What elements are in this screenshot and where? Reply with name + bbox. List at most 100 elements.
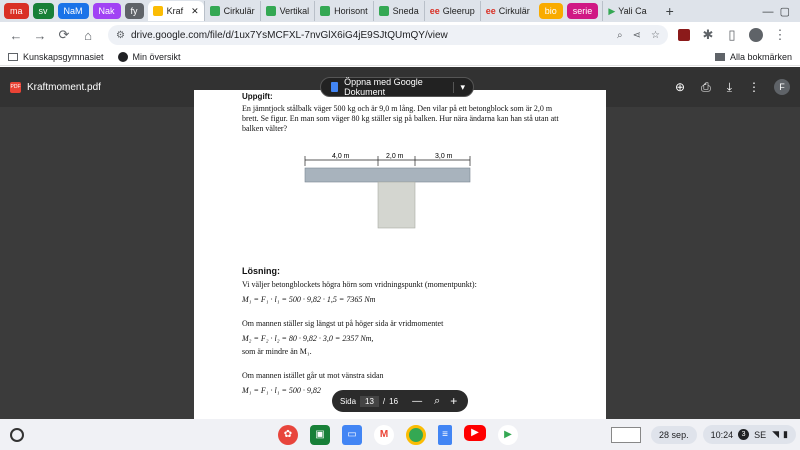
play-store-app-icon[interactable]: ▶ bbox=[498, 424, 518, 445]
tab-item[interactable]: Horisont bbox=[314, 1, 373, 21]
reload-button[interactable]: ⟳ bbox=[54, 25, 74, 45]
tab-label: Vertikal bbox=[279, 6, 310, 16]
solution-text: som är mindre än M₁. bbox=[242, 347, 312, 356]
files-app-icon[interactable]: ▭ bbox=[342, 424, 362, 445]
tab-item[interactable]: ee Gleerup bbox=[423, 1, 480, 21]
page-total: 16 bbox=[389, 396, 399, 406]
tab-group-nam[interactable]: NaM bbox=[57, 3, 89, 19]
tab-label: Gleerup bbox=[442, 6, 475, 16]
bookmark-star-icon[interactable]: ☆ bbox=[651, 30, 660, 41]
play-icon: ▶ bbox=[608, 5, 616, 16]
youtube-app-icon[interactable]: ▶ bbox=[464, 424, 486, 441]
window-controls[interactable]: — ▢ bbox=[762, 5, 790, 18]
pinterest-icon bbox=[117, 51, 128, 62]
chrome-app-icon[interactable] bbox=[406, 424, 426, 445]
gmail-app-icon[interactable]: M bbox=[374, 424, 394, 445]
file-title: Kraftmoment.pdf bbox=[27, 81, 101, 93]
extension-icon[interactable] bbox=[674, 25, 694, 45]
dimension-label: 2,0 m bbox=[386, 153, 404, 160]
chevron-down-icon[interactable]: ▾ bbox=[453, 81, 465, 93]
tab-group-serie[interactable]: serie bbox=[566, 3, 599, 19]
classroom-app-icon[interactable]: ▣ bbox=[310, 424, 330, 445]
bookmark-item[interactable]: Min översikt bbox=[133, 52, 181, 62]
share-icon[interactable]: ⋖ bbox=[633, 30, 641, 41]
side-panel-icon[interactable]: ▯ bbox=[722, 25, 742, 45]
folder-icon bbox=[714, 52, 725, 61]
zoom-out-icon[interactable]: — bbox=[412, 396, 422, 407]
drive-icon bbox=[265, 6, 276, 16]
screenshot-icon[interactable] bbox=[611, 426, 642, 443]
tab-group-bio[interactable]: bio bbox=[538, 3, 563, 19]
pdf-icon: PDF bbox=[10, 81, 21, 93]
solution-heading: Lösning: bbox=[242, 266, 280, 276]
input-method: SE bbox=[754, 429, 767, 440]
tab-group-label: sv bbox=[38, 6, 48, 16]
drive-icon bbox=[320, 6, 331, 16]
concrete-block bbox=[377, 181, 416, 229]
pdf-page: Uppgift: En jämntjock stålbalk väger 500… bbox=[194, 90, 606, 420]
tab-item[interactable]: Sneda bbox=[372, 1, 424, 21]
page-controls: Sida 13 / 16 — ⌕ + bbox=[332, 390, 468, 412]
avatar[interactable]: F bbox=[774, 79, 790, 95]
launcher-icon[interactable] bbox=[10, 427, 24, 442]
tab-item[interactable]: Vertikal bbox=[259, 1, 315, 21]
equation: M₁ = F₁ · l₁ = 500 · 9,82 · 1,5 = 7365 N… bbox=[242, 295, 376, 304]
tab-group-label: fy bbox=[130, 6, 138, 16]
new-tab-button[interactable]: + bbox=[666, 3, 674, 19]
tab-label: Horisont bbox=[334, 6, 368, 16]
page-number-input[interactable]: 13 bbox=[360, 395, 379, 407]
tab-kraftmoment[interactable]: Kraf ✕ bbox=[147, 1, 204, 21]
tab-group-sv[interactable]: sv bbox=[32, 3, 54, 19]
search-icon[interactable]: ⌕ bbox=[617, 30, 623, 41]
tab-label: Kraf bbox=[166, 6, 184, 16]
more-icon[interactable]: ⋮ bbox=[748, 80, 760, 94]
notification-badge: 3 bbox=[738, 429, 750, 440]
tab-item[interactable]: ▶ Yali Ca bbox=[602, 1, 651, 21]
back-button[interactable]: ← bbox=[6, 25, 26, 45]
solution-text: Vi väljer betongblockets högra hörn som … bbox=[242, 280, 477, 289]
docs-app-icon[interactable]: ≡ bbox=[438, 424, 452, 445]
download-icon[interactable]: ⤓ bbox=[727, 80, 732, 95]
canvas-app-icon[interactable]: ✿ bbox=[278, 424, 298, 445]
extensions-puzzle-icon[interactable]: ✱ bbox=[698, 25, 718, 45]
tab-item[interactable]: ee Cirkulär bbox=[479, 1, 535, 21]
site-info-icon[interactable]: ⚙ bbox=[116, 30, 125, 41]
tab-group-label: bio bbox=[544, 6, 557, 16]
problem-text: En jämntjock stålbalk väger 500 kg och ä… bbox=[242, 104, 559, 133]
tab-group-nak[interactable]: Nak bbox=[92, 3, 121, 19]
close-icon[interactable]: ✕ bbox=[191, 6, 199, 17]
forward-button[interactable]: → bbox=[30, 25, 50, 45]
battery-icon: ▮ bbox=[783, 429, 788, 439]
dimension-label: 4,0 m bbox=[332, 153, 350, 160]
menu-icon[interactable]: ⋮ bbox=[770, 25, 790, 45]
url-text: drive.google.com/file/d/1ux7YsMCFXL-7nvG… bbox=[130, 29, 448, 41]
solution-text: Om mannen ställer sig längst ut på höger… bbox=[242, 319, 444, 328]
tab-label: Cirkulär bbox=[498, 6, 530, 16]
tab-group-ma[interactable]: ma bbox=[4, 3, 29, 19]
tab-group-label: serie bbox=[572, 6, 593, 16]
beam-figure: 4,0 m 2,0 m 3,0 m bbox=[304, 153, 471, 229]
bookmark-item[interactable]: Kunskapsgymnasiet bbox=[23, 52, 104, 62]
all-bookmarks[interactable]: Alla bokmärken bbox=[730, 52, 792, 62]
tab-label: Cirkulär bbox=[223, 6, 255, 16]
address-bar[interactable]: ⚙ drive.google.com/file/d/1ux7YsMCFXL-7n… bbox=[108, 25, 668, 45]
clock: 10:24 bbox=[710, 429, 734, 440]
wifi-icon: ◥ bbox=[772, 429, 780, 439]
tab-label: Yali Ca bbox=[618, 6, 647, 16]
add-shortcut-icon[interactable]: ⊕ bbox=[675, 80, 685, 94]
home-button[interactable]: ⌂ bbox=[78, 25, 98, 45]
open-with-button[interactable]: Öppna med Google Dokument ▾ bbox=[320, 77, 474, 97]
tab-item[interactable]: Cirkulär bbox=[203, 1, 260, 21]
os-shelf: ✿ ▣ ▭ M ≡ ▶ ▶ 28 sep. 10:24 3 SE ◥ ▮ bbox=[0, 419, 800, 450]
print-icon[interactable]: ⎙ bbox=[701, 80, 711, 95]
browser-toolbar: ← → ⟳ ⌂ ⚙ drive.google.com/file/d/1ux7Ys… bbox=[0, 22, 800, 48]
tab-bar: ma sv NaM Nak fy Kraf ✕ Cirkulär Vertika… bbox=[0, 0, 800, 22]
solution-text: Om mannen istället går ut mot vänstra si… bbox=[242, 371, 384, 380]
dimension-label: 3,0 m bbox=[435, 153, 453, 160]
tab-group-fy[interactable]: fy bbox=[124, 3, 144, 19]
zoom-in-icon[interactable]: + bbox=[450, 394, 457, 408]
zoom-icon[interactable]: ⌕ bbox=[434, 395, 440, 408]
profile-avatar[interactable] bbox=[746, 25, 766, 45]
date-pill[interactable]: 28 sep. bbox=[651, 425, 697, 444]
status-area[interactable]: 10:24 3 SE ◥ ▮ bbox=[702, 425, 796, 444]
